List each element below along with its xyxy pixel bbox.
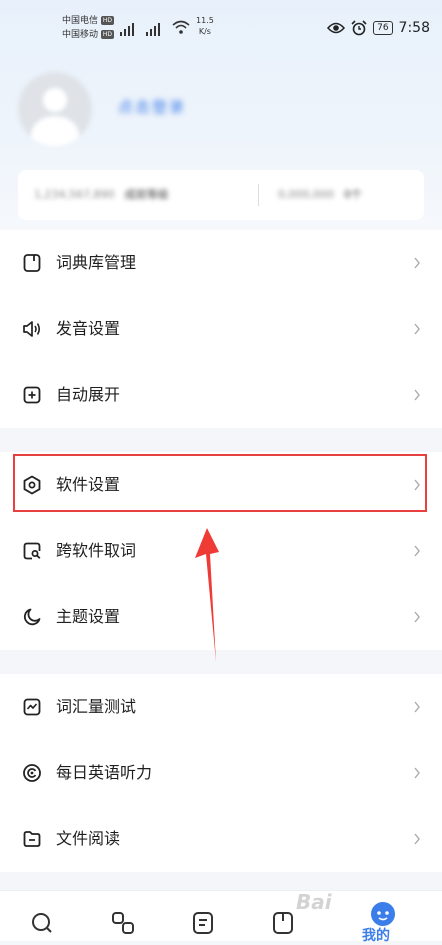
alarm-icon xyxy=(351,20,367,36)
nav-notes[interactable] xyxy=(183,891,223,941)
plus-box-icon xyxy=(23,386,41,404)
dictionary-icon xyxy=(23,254,41,272)
profile-icon xyxy=(371,902,395,926)
notes-icon xyxy=(193,912,213,934)
menu-label: 每日英语听力 xyxy=(56,763,153,782)
hd-badge: HD xyxy=(100,30,115,39)
nav-search[interactable] xyxy=(22,891,62,941)
chevron-right-icon xyxy=(414,701,420,713)
signal-icon xyxy=(120,23,160,36)
stat-right: 0,000,000 0个 xyxy=(278,188,362,201)
folder-icon xyxy=(23,831,41,847)
menu-item-daily-english-listening[interactable]: 每日英语听力 xyxy=(0,740,442,806)
menu-item-pronunciation-settings[interactable]: 发音设置 xyxy=(0,296,442,362)
search-icon xyxy=(32,913,52,933)
stats-divider xyxy=(258,184,259,206)
nav-translate[interactable] xyxy=(103,891,143,941)
login-link[interactable]: 点击登录 xyxy=(118,96,186,117)
chevron-right-icon xyxy=(414,323,420,335)
menu-label: 跨软件取词 xyxy=(56,541,137,560)
nav-profile-label: 我的 xyxy=(362,928,390,944)
hd-badge: HD xyxy=(100,16,115,25)
chevron-right-icon xyxy=(414,833,420,845)
watermark: Bai xyxy=(296,890,332,914)
menu-item-dictionary-management[interactable]: 词典库管理 xyxy=(0,230,442,296)
stat-left: 1,234,567,890 成就等级 xyxy=(34,188,169,201)
menu-item-auto-expand[interactable]: 自动展开 xyxy=(0,362,442,428)
carrier-2: 中国移动 xyxy=(62,30,99,40)
annotation-highlight-box xyxy=(13,454,427,512)
carrier-1: 中国电信 xyxy=(62,16,99,26)
menu-group-1: 词典库管理 发音设置 自动展开 xyxy=(0,230,442,428)
chevron-right-icon xyxy=(414,767,420,779)
chevron-right-icon xyxy=(414,389,420,401)
search-box-icon xyxy=(23,542,41,560)
menu-label: 发音设置 xyxy=(56,319,121,338)
menu-label: 词汇量测试 xyxy=(56,697,137,716)
chevron-right-icon xyxy=(414,257,420,269)
wifi-icon xyxy=(172,20,190,34)
translate-icon xyxy=(112,912,134,934)
carrier-info: 中国电信 HD 中国移动 HD xyxy=(62,14,115,42)
nav-profile[interactable]: 我的 xyxy=(362,891,404,944)
status-bar: 中国电信 HD 中国移动 HD 11.5 K/s 76 7:58 xyxy=(0,0,442,52)
menu-label: 自动展开 xyxy=(56,385,121,404)
menu-item-vocabulary-test[interactable]: 词汇量测试 xyxy=(0,674,442,740)
menu-label: 主题设置 xyxy=(56,607,121,626)
menu-label: 词典库管理 xyxy=(56,253,137,272)
avatar[interactable] xyxy=(18,72,92,146)
eye-icon xyxy=(327,22,346,34)
bottom-nav: 我的 xyxy=(0,890,442,944)
menu-item-theme-settings[interactable]: 主题设置 xyxy=(0,584,442,650)
menu-group-3: 词汇量测试 每日英语听力 文件阅读 xyxy=(0,674,442,872)
speaker-icon xyxy=(23,321,41,337)
moon-icon xyxy=(24,608,41,626)
network-speed: 11.5 K/s xyxy=(196,16,214,36)
battery-indicator: 76 xyxy=(373,21,393,35)
chevron-right-icon xyxy=(414,545,420,557)
menu-item-cross-app-lookup[interactable]: 跨软件取词 xyxy=(0,518,442,584)
menu-item-file-reading[interactable]: 文件阅读 xyxy=(0,806,442,872)
book-icon xyxy=(273,912,293,934)
status-right: 76 7:58 xyxy=(327,18,430,38)
stats-card: 1,234,567,890 成就等级 0,000,000 0个 xyxy=(18,170,424,220)
chart-box-icon xyxy=(23,698,41,716)
clock: 7:58 xyxy=(398,20,430,36)
headphone-circle-icon xyxy=(23,764,41,782)
menu-label: 文件阅读 xyxy=(56,829,121,848)
chevron-right-icon xyxy=(414,611,420,623)
